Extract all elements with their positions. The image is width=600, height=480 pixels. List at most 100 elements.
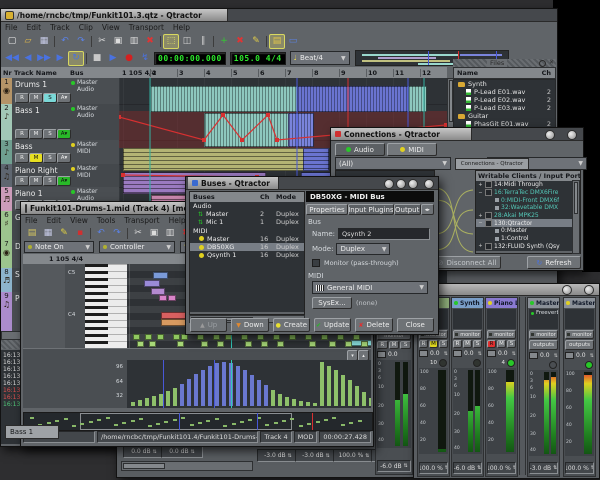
clip[interactable] — [288, 113, 314, 147]
stepper-icon[interactable]: ⇅ — [191, 449, 195, 455]
menu-tools[interactable]: Tools — [97, 216, 115, 225]
instrument-select[interactable]: General MIDI▼ — [312, 281, 428, 294]
velocity-bar[interactable] — [145, 398, 149, 406]
knob-icon[interactable] — [585, 361, 593, 369]
bus-name-input[interactable]: Qsynth 2 — [338, 228, 430, 240]
stepper-icon[interactable]: ⇅ — [591, 465, 594, 471]
create-button[interactable]: ●Create — [273, 318, 310, 332]
loop-button[interactable]: ↻ — [68, 51, 84, 66]
velocity-bar[interactable] — [257, 380, 261, 406]
plugin-list[interactable] — [487, 309, 516, 329]
midi-note[interactable] — [361, 341, 368, 347]
files-col-ch[interactable]: Ch — [542, 69, 555, 77]
gain-value[interactable]: -3.0 dB⇅ — [257, 449, 299, 462]
track-s-button[interactable]: S — [43, 176, 57, 186]
outputs-button[interactable]: outputs — [565, 340, 594, 350]
forward-end-button[interactable]: ▶ — [52, 51, 68, 66]
gain-value[interactable]: 100.0 %⇅ — [419, 462, 448, 474]
knob-icon[interactable] — [473, 359, 481, 367]
main-titlebar[interactable]: /home/rncbc/tmp/Funkit101.3.qtz - Qtract… — [1, 9, 228, 21]
files-dock-titlebar[interactable]: Files ✕ — [453, 59, 556, 67]
knob-row[interactable] — [530, 361, 557, 369]
delete-button[interactable]: ✘Delete — [355, 318, 392, 332]
panic-button[interactable]: ↯ — [137, 51, 153, 66]
close-button[interactable]: Close — [397, 318, 434, 332]
slider-handle[interactable] — [377, 351, 386, 358]
volume-row[interactable]: 0.0⇅ — [419, 349, 448, 358]
track-row[interactable]: 3♪BassRMSA▾MasterMIDI — [1, 140, 119, 165]
files-col-name[interactable]: Name — [454, 69, 542, 77]
output-filter-select[interactable]: (All)▼ — [335, 157, 451, 170]
slider-handle[interactable] — [419, 350, 428, 357]
bus-mode-select[interactable]: Duplex▼ — [336, 243, 390, 255]
volume-row[interactable]: 0.0⇅ — [529, 351, 558, 360]
velocity-bar[interactable] — [320, 362, 324, 406]
gain-value[interactable]: -3.0 dB⇅ — [529, 462, 558, 474]
cut-button[interactable]: ✂ — [94, 34, 110, 49]
knob-icon[interactable] — [507, 359, 515, 367]
piano-keyboard[interactable] — [85, 264, 127, 348]
tree-item[interactable]: 0:Master — [476, 227, 580, 235]
tree-item[interactable]: +14:Midi Through — [476, 181, 580, 189]
mixer-hscrollbar[interactable] — [121, 461, 253, 471]
add-track-button[interactable]: + — [216, 34, 232, 49]
buses-titlebar[interactable]: Buses - Qtractor — [188, 177, 279, 189]
menu-edit[interactable]: Edit — [47, 216, 62, 225]
menu-help[interactable]: Help — [173, 23, 190, 32]
track-r-button[interactable]: R — [15, 93, 29, 103]
knob-row[interactable] — [566, 361, 593, 369]
stepper-icon[interactable]: ⇅ — [477, 465, 481, 471]
knob-row[interactable] — [454, 359, 481, 367]
velocity-bar[interactable] — [362, 392, 366, 406]
help-icon[interactable] — [384, 179, 394, 189]
track-bus-cell[interactable]: MasterAudio — [71, 106, 98, 120]
track-row[interactable]: 1◉Drums 1RMSA▾MasterAudio — [1, 78, 119, 105]
list-item[interactable]: P-Lead E01.wav2 — [454, 88, 555, 96]
plugin-list[interactable] — [565, 309, 594, 329]
slider-handle[interactable] — [529, 352, 538, 359]
velocity-bar[interactable] — [327, 366, 331, 406]
clip[interactable] — [123, 148, 305, 171]
velocity-bar[interactable] — [355, 386, 359, 406]
clip[interactable] — [150, 86, 299, 112]
strip-label[interactable]: Master Ou — [528, 298, 559, 308]
bus-list-item[interactable]: Qsynth 116Duplex — [190, 251, 304, 259]
fast-forward-button[interactable]: ▶▶ — [36, 51, 52, 66]
record-button[interactable]: ● — [121, 51, 137, 66]
minimize-icon[interactable] — [545, 130, 555, 140]
bus-list-item[interactable]: DB50XG16Duplex — [190, 243, 304, 251]
play-button[interactable]: ▶ — [105, 51, 121, 66]
track-m-button[interactable]: M — [389, 341, 400, 349]
stepper-icon[interactable]: ⇅ — [153, 449, 157, 455]
tab-scroll-icons[interactable]: ◂▸ — [421, 204, 434, 215]
copy-button[interactable]: ▣ — [110, 34, 126, 49]
monitor-button[interactable]: monitor — [453, 330, 482, 339]
track-r-button[interactable]: R — [453, 340, 462, 348]
stepper-icon[interactable]: ⇅ — [554, 353, 558, 359]
track-m-button[interactable]: M — [497, 340, 506, 348]
velocity-bar[interactable] — [278, 394, 282, 406]
plugin-item[interactable]: Freeverb ( — [529, 309, 558, 316]
midi-note[interactable] — [217, 341, 224, 347]
strip-label[interactable]: Piano Left — [486, 298, 517, 308]
velocity-bar[interactable] — [173, 388, 177, 406]
volume-row[interactable]: 0.0⇅ — [487, 349, 516, 358]
gain-value[interactable]: 100.0 %⇅ — [565, 462, 594, 474]
tree-item[interactable]: 32:Wavetable DMX — [476, 204, 580, 212]
track-r-button[interactable]: R — [419, 340, 428, 348]
stepper-icon[interactable]: ⇅ — [365, 453, 369, 459]
track-a-button[interactable]: A▾ — [57, 129, 71, 139]
list-item[interactable]: P-Lead E03.wav2 — [454, 104, 555, 112]
velocity-bar[interactable] — [215, 363, 219, 406]
plugin-list[interactable] — [453, 309, 482, 329]
col-nr[interactable]: Nr — [1, 69, 14, 77]
paste-button[interactable]: ▥ — [126, 34, 142, 49]
close-icon[interactable]: ✕ — [549, 59, 554, 66]
list-item[interactable]: Guitar — [454, 112, 555, 120]
minimize-icon[interactable] — [408, 179, 418, 189]
menu-track[interactable]: Track — [50, 23, 70, 32]
menu-transport[interactable]: Transport — [129, 23, 164, 32]
timeline-ruler[interactable]: 1 105 4/423456789101112 — [119, 67, 447, 78]
slider-handle[interactable] — [487, 350, 496, 357]
remove-track-button[interactable]: ✖ — [232, 34, 248, 49]
